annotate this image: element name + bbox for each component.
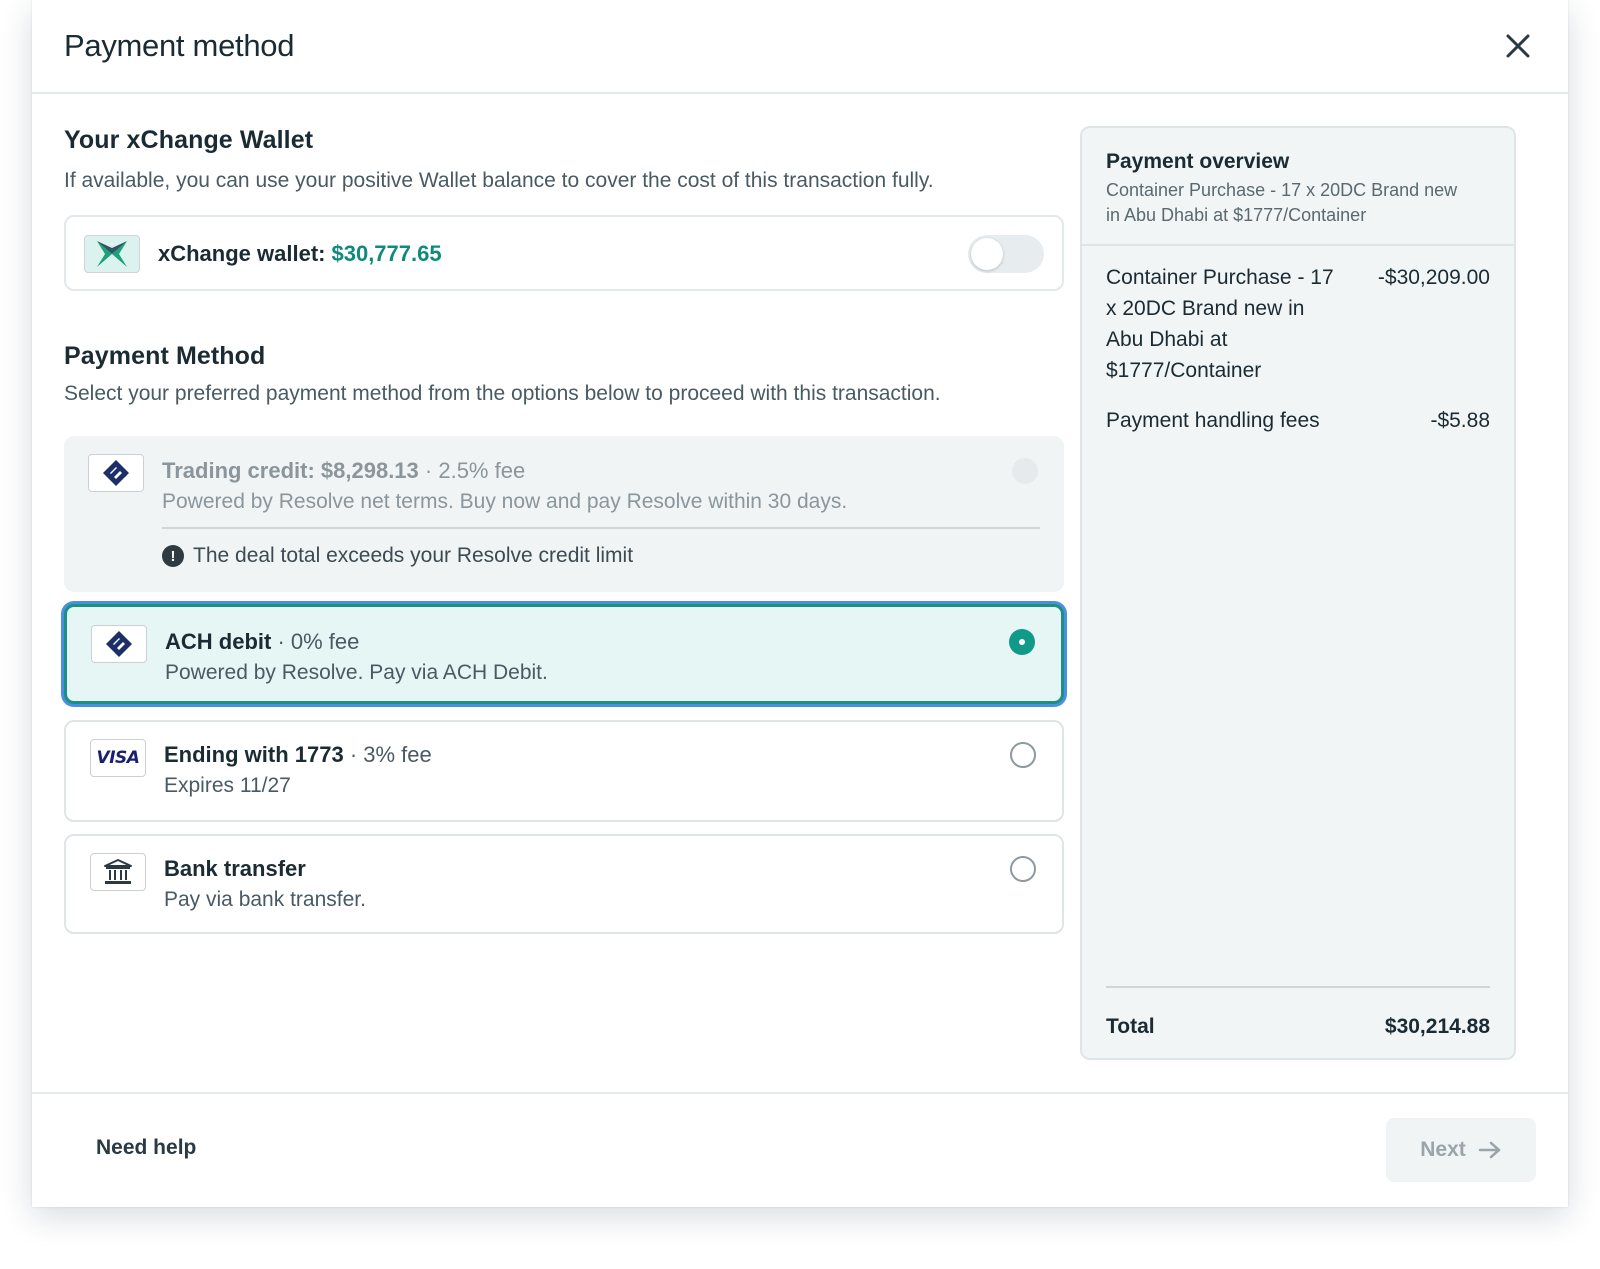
wallet-card: xChange wallet: $30,777.65: [64, 215, 1064, 291]
option-trading-credit: Trading credit: $8,298.13 · 2.5% fee Pow…: [64, 436, 1064, 592]
resolve-icon: [88, 454, 144, 492]
option-bank-transfer[interactable]: Bank transfer Pay via bank transfer.: [64, 834, 1064, 934]
wallet-amount: $30,777.65: [331, 241, 442, 266]
total-amount: $30,214.88: [1384, 1015, 1490, 1038]
option-title: Ending with 1773 · 3% fee: [164, 742, 432, 768]
option-title: Trading credit: $8,298.13 · 2.5% fee: [162, 458, 525, 484]
line-item-amount: -$30,209.00: [1377, 266, 1490, 289]
payment-options-column: Your xChange Wallet If available, you ca…: [64, 126, 1064, 934]
option-name: Ending with 1773: [164, 742, 344, 767]
payment-method-description: Select your preferred payment method fro…: [64, 382, 941, 405]
wallet-toggle[interactable]: [968, 235, 1044, 273]
option-ach-debit[interactable]: ACH debit · 0% fee Powered by Resolve. P…: [64, 604, 1064, 704]
line-item-label: Container Purchase - 17 x 20DC Brand new…: [1106, 266, 1334, 382]
radio-ach-debit[interactable]: [1009, 629, 1035, 655]
option-subtitle: Expires 11/27: [164, 774, 291, 797]
modal-title: Payment method: [64, 28, 295, 63]
wallet-balance: xChange wallet: $30,777.65: [158, 241, 442, 267]
option-subtitle: Pay via bank transfer.: [164, 888, 366, 911]
option-divider: [162, 527, 1040, 529]
radio-trading-credit: [1012, 458, 1038, 484]
wallet-label: xChange wallet:: [158, 241, 326, 266]
option-title: ACH debit · 0% fee: [165, 629, 359, 655]
wallet-section-title: Your xChange Wallet: [64, 126, 314, 154]
option-subtitle: Powered by Resolve. Pay via ACH Debit.: [165, 661, 548, 684]
need-help-link[interactable]: Need help: [96, 1136, 196, 1160]
total-divider: [1106, 986, 1490, 988]
payment-modal: Payment method Your xChange Wallet If av…: [32, 0, 1568, 1207]
option-fee: · 2.5% fee: [424, 458, 526, 483]
wallet-section-description: If available, you can use your positive …: [64, 169, 934, 192]
visa-logo-text: VISA: [96, 748, 140, 768]
warning-text: The deal total exceeds your Resolve cred…: [193, 544, 634, 567]
bank-icon: [90, 853, 146, 891]
close-icon: [1506, 34, 1530, 58]
payment-method-title: Payment Method: [64, 342, 266, 370]
overview-subtitle: Container Purchase - 17 x 20DC Brand new…: [1106, 180, 1458, 225]
option-subtitle: Powered by Resolve net terms. Buy now an…: [162, 490, 848, 513]
total-label: Total: [1106, 1015, 1155, 1038]
overview-header: Payment overview Container Purchase - 17…: [1082, 128, 1514, 246]
toggle-knob: [971, 238, 1003, 270]
next-button[interactable]: Next: [1386, 1118, 1536, 1182]
option-fee: · 3% fee: [349, 742, 432, 767]
option-name: Bank transfer: [164, 856, 306, 881]
option-visa-card[interactable]: VISA Ending with 1773 · 3% fee Expires 1…: [64, 720, 1064, 822]
radio-visa-card[interactable]: [1010, 742, 1036, 768]
radio-bank-transfer[interactable]: [1010, 856, 1036, 882]
alert-icon: !: [162, 545, 184, 567]
modal-footer: Need help Next: [32, 1092, 1568, 1207]
overview-total: Total $30,214.88: [1106, 1015, 1490, 1039]
resolve-icon: [91, 625, 147, 663]
arrow-right-icon: [1478, 1141, 1501, 1159]
credit-limit-warning: ! The deal total exceeds your Resolve cr…: [162, 544, 633, 568]
option-fee: · 0% fee: [277, 629, 360, 654]
overview-title: Payment overview: [1106, 150, 1290, 173]
option-title: Bank transfer: [164, 856, 306, 882]
close-button[interactable]: [1500, 28, 1536, 64]
option-name: ACH debit: [165, 629, 272, 654]
next-button-label: Next: [1420, 1138, 1466, 1161]
xchange-logo-icon: [84, 235, 140, 273]
visa-icon: VISA: [90, 739, 146, 777]
modal-header: Payment method: [32, 0, 1568, 94]
line-item-amount: -$5.88: [1430, 409, 1490, 432]
line-item-label: Payment handling fees: [1106, 409, 1320, 432]
option-name: Trading credit: $8,298.13: [162, 458, 419, 483]
payment-overview-panel: Payment overview Container Purchase - 17…: [1080, 126, 1516, 1060]
